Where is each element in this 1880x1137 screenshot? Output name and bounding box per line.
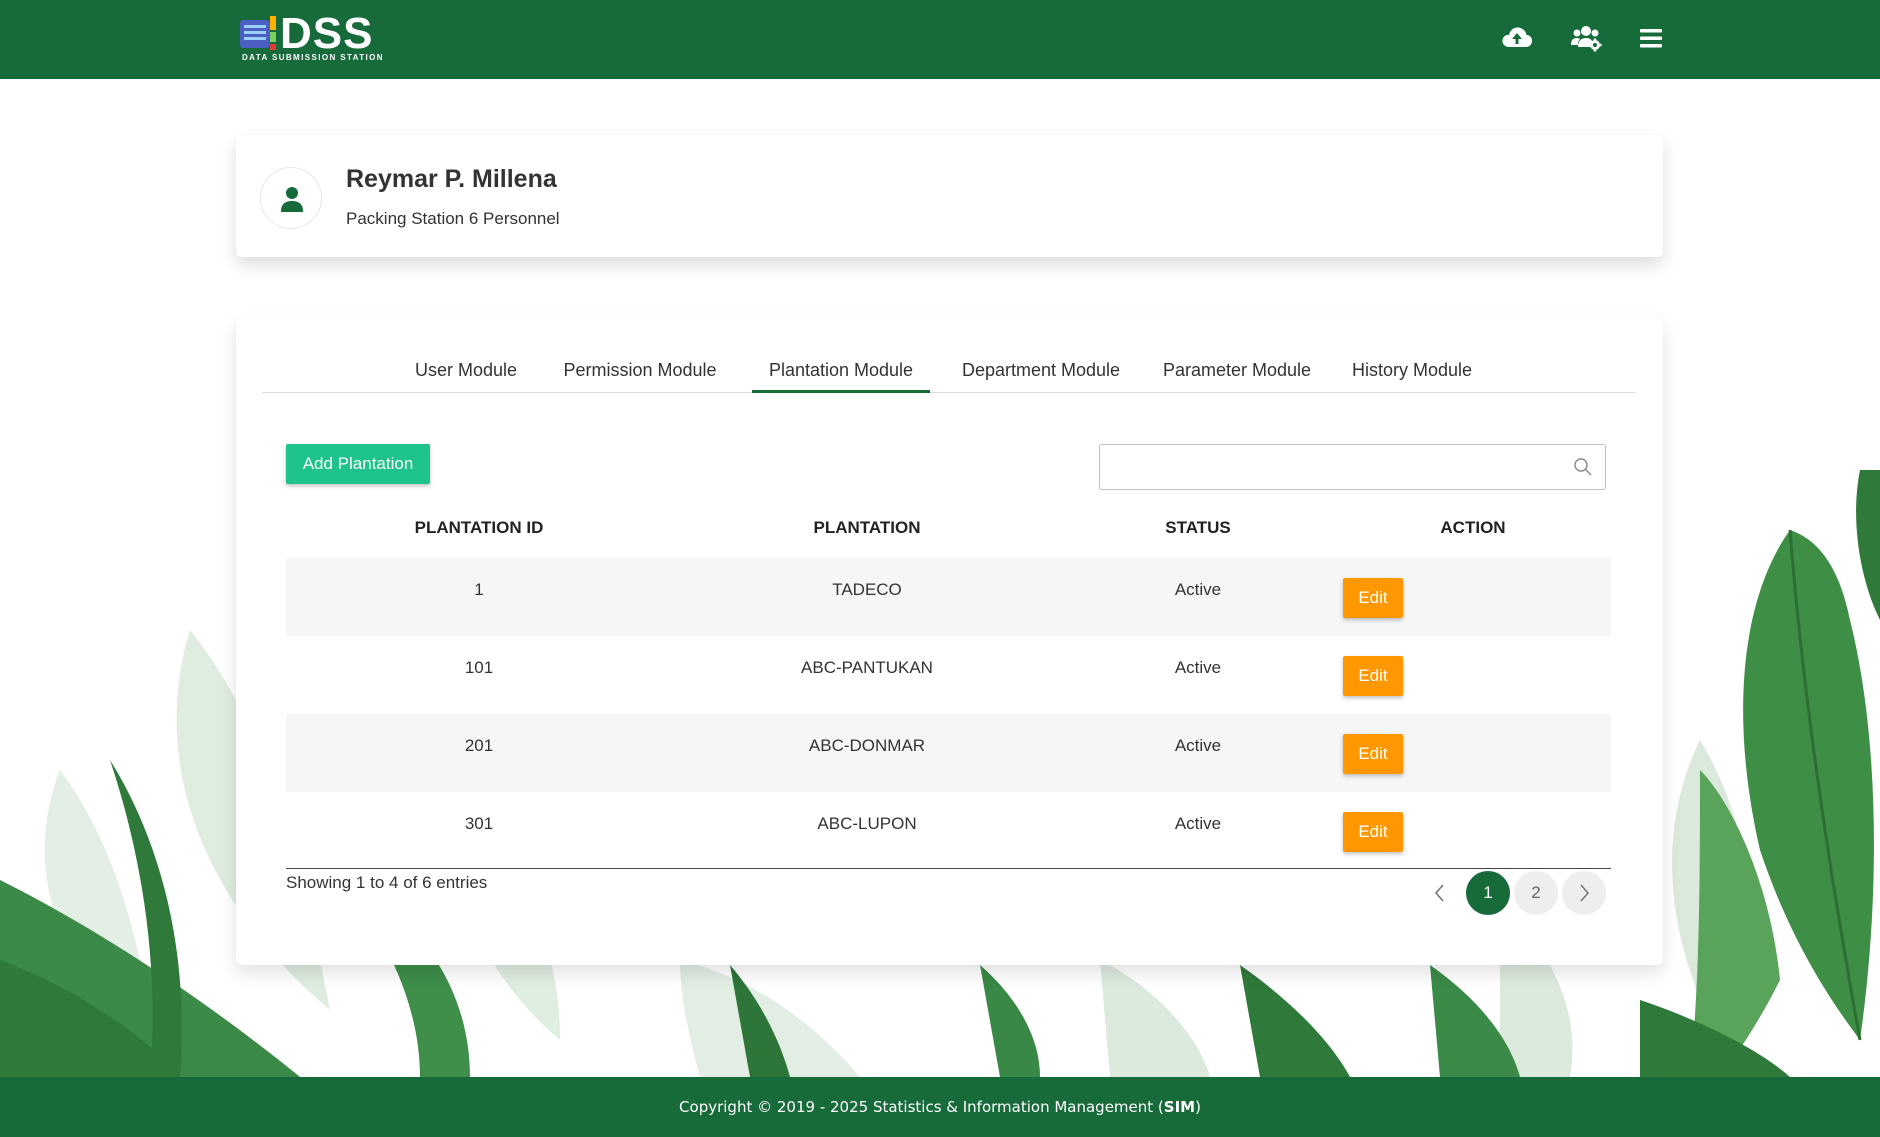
profile-card: Reymar P. Millena Packing Station 6 Pers… — [236, 135, 1663, 257]
table-row: 101 ABC-PANTUKAN Active Edit — [286, 636, 1611, 714]
tab-department-module[interactable]: Department Module — [952, 355, 1130, 393]
menu-icon[interactable] — [1633, 20, 1669, 56]
edit-button[interactable]: Edit — [1343, 812, 1403, 852]
status-cell: Active — [1174, 736, 1222, 755]
column-header-action: ACTION — [1440, 518, 1506, 537]
plantation-id-cell: 1 — [474, 580, 484, 599]
column-header-plantation-id: PLANTATION ID — [414, 518, 544, 537]
page-1-button[interactable]: 1 — [1466, 871, 1510, 915]
user-icon — [281, 187, 303, 212]
plantation-id-cell: 101 — [464, 658, 494, 677]
plantation-id-cell: 301 — [464, 814, 494, 833]
chevron-right-icon — [1580, 884, 1590, 902]
table-row: 201 ABC-DONMAR Active Edit — [286, 714, 1611, 792]
chevron-left-icon — [1434, 884, 1444, 902]
profile-role: Packing Station 6 Personnel — [346, 209, 560, 228]
avatar — [260, 167, 322, 229]
footer-text-end: ) — [1195, 1098, 1201, 1116]
tab-user-module[interactable]: User Module — [406, 355, 526, 393]
users-settings-icon[interactable] — [1568, 20, 1604, 56]
edit-button[interactable]: Edit — [1343, 578, 1403, 618]
search-box[interactable] — [1099, 444, 1606, 490]
plantation-name-cell: ABC-DONMAR — [808, 736, 926, 755]
footer-copyright: Copyright © 2019 - 2025 Statistics & Inf… — [679, 1098, 1201, 1116]
table-row: 301 ABC-LUPON Active Edit — [286, 792, 1611, 870]
logo-text: DSS — [280, 9, 374, 58]
plantation-module-card: User Module Permission Module Plantation… — [236, 317, 1663, 965]
tab-history-module[interactable]: History Module — [1336, 355, 1488, 393]
module-tabs: User Module Permission Module Plantation… — [262, 355, 1636, 393]
table-row: 1 TADECO Active Edit — [286, 558, 1611, 636]
status-cell: Active — [1174, 658, 1222, 677]
search-icon[interactable] — [1573, 457, 1593, 477]
edit-button[interactable]: Edit — [1343, 656, 1403, 696]
search-input[interactable] — [1108, 451, 1558, 483]
status-cell: Active — [1174, 814, 1222, 833]
previous-page-button[interactable] — [1418, 871, 1462, 915]
column-header-status: STATUS — [1165, 518, 1231, 537]
tab-permission-module[interactable]: Permission Module — [554, 355, 726, 393]
page-2-button[interactable]: 2 — [1514, 871, 1558, 915]
table-bottom-border — [286, 868, 1611, 869]
plantation-name-cell: ABC-PANTUKAN — [801, 658, 933, 677]
profile-name: Reymar P. Millena — [346, 165, 557, 193]
footer-text-start: Copyright © 2019 - 2025 Statistics & Inf… — [679, 1098, 1164, 1116]
footer: Copyright © 2019 - 2025 Statistics & Inf… — [0, 1077, 1880, 1137]
column-header-plantation: PLANTATION — [813, 518, 921, 537]
logo-mark-icon — [240, 16, 276, 50]
dss-logo[interactable]: DSS DATA SUBMISSION STATION — [240, 10, 390, 66]
tab-plantation-module[interactable]: Plantation Module — [752, 355, 930, 393]
entries-summary: Showing 1 to 4 of 6 entries — [286, 873, 488, 892]
top-navbar: DSS DATA SUBMISSION STATION — [0, 0, 1880, 79]
status-cell: Active — [1174, 580, 1222, 599]
plantation-id-cell: 201 — [464, 736, 494, 755]
logo-subtitle: DATA SUBMISSION STATION — [242, 53, 384, 62]
add-plantation-button[interactable]: Add Plantation — [286, 444, 430, 484]
plantation-name-cell: ABC-LUPON — [817, 814, 917, 833]
footer-text-bold: SIM — [1163, 1098, 1196, 1116]
plantation-name-cell: TADECO — [832, 580, 902, 599]
next-page-button[interactable] — [1562, 871, 1606, 915]
edit-button[interactable]: Edit — [1343, 734, 1403, 774]
cloud-upload-icon[interactable] — [1499, 20, 1535, 56]
tab-parameter-module[interactable]: Parameter Module — [1152, 355, 1322, 393]
